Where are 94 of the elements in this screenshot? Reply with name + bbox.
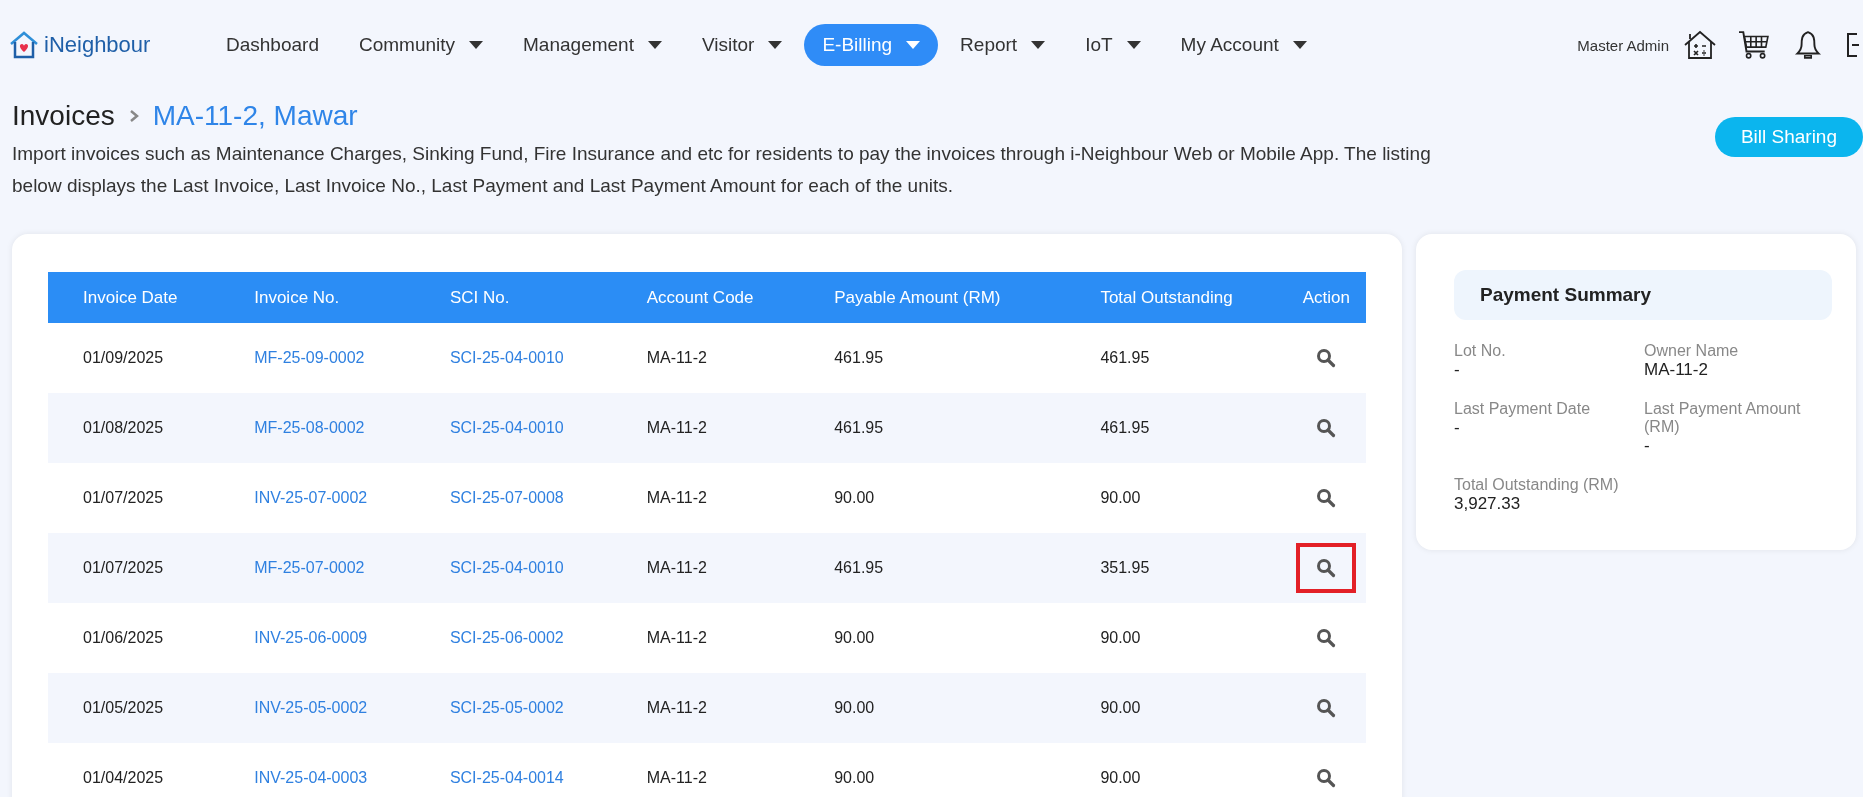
table-cell: 01/08/2025 [48,393,220,463]
field-label: Last Payment Amount (RM) [1644,400,1802,436]
table-cell: MA-11-2 [611,533,800,603]
table-cell: 01/05/2025 [48,673,220,743]
sci-link[interactable]: SCI-25-04-0010 [449,419,564,436]
search-icon [1316,628,1337,648]
house-heart-logo-icon [8,30,40,60]
column-header: Total Outstanding [1065,272,1287,323]
field-label: Last Payment Date [1454,400,1592,418]
nav-menu-item[interactable]: IoT [1067,24,1159,66]
table-cell: 90.00 [799,463,1066,533]
table-cell: 01/04/2025 [48,743,220,797]
search-icon [1316,558,1337,578]
table-cell: 90.00 [799,603,1066,673]
caret-icon [647,41,662,49]
page-description: Import invoices such as Maintenance Charges, Sinking Fund, Fire Insurance and etc for residents to pay the invoices through i-Neighbour Web or Mobile App. The listing below displays the Last Invoice, Last Invoice No., Last Payment and Last Payment Amount for each of the units. [12,142,1432,198]
chevron-right-icon [128,109,139,123]
column-header: Invoice No. [219,272,415,323]
sci-link[interactable]: SCI-25-07-0008 [449,489,564,506]
table-cell: 351.95 [1065,533,1287,603]
nav-menu-item[interactable]: Dashboard [208,24,337,66]
nav-menu-item[interactable]: Community [340,24,502,66]
table-cell: 461.95 [799,323,1066,393]
caret-icon [768,41,783,49]
field-value: - [1454,360,1461,380]
table-cell: MA-11-2 [611,673,800,743]
table-cell: 90.00 [799,743,1066,797]
table-cell: 90.00 [799,673,1066,743]
table-cell: 01/07/2025 [48,463,220,533]
bill-sharing-button[interactable]: Bill Sharing [1714,117,1863,157]
user-name[interactable]: Master Admin [1577,36,1669,54]
column-header: SCI No. [414,272,612,323]
table-cell: 461.95 [799,533,1066,603]
table-cell: MA-11-2 [611,743,800,797]
invoice-link[interactable]: MF-25-07-0002 [254,559,365,576]
table-cell: 461.95 [1065,323,1287,393]
invoice-link[interactable]: INV-25-07-0002 [254,489,368,506]
field-value: - [1454,418,1461,438]
nav-menu-item[interactable]: Report [942,24,1064,66]
search-icon [1316,768,1337,788]
sci-link[interactable]: SCI-25-04-0014 [449,769,564,786]
breadcrumb-link[interactable]: Invoices [12,100,115,132]
column-header: Invoice Date [48,272,220,323]
caret-icon [1126,41,1141,49]
field-value: - [1644,436,1651,456]
page-title: MA-11-2, Mawar [152,100,358,132]
cart-icon[interactable] [1737,30,1771,60]
nav-menu-item[interactable]: E-Billing [804,24,939,66]
field-label: Owner Name [1644,342,1740,360]
caret-icon [1031,41,1046,49]
search-icon [1316,698,1337,718]
column-header: Payable Amount (RM) [799,272,1066,323]
invoice-link[interactable]: MF-25-09-0002 [254,349,365,366]
brand-name[interactable]: iNeighbour [44,32,151,58]
invoice-link[interactable]: INV-25-06-0009 [254,629,368,646]
table-cell: 01/07/2025 [48,533,220,603]
column-header: Action [1286,272,1366,323]
caret-icon [906,41,921,49]
table-cell: MA-11-2 [611,323,800,393]
sci-link[interactable]: SCI-25-05-0002 [449,699,564,716]
search-icon [1316,488,1337,508]
logout-icon[interactable] [1845,30,1859,60]
invoice-link[interactable]: INV-25-05-0002 [254,699,368,716]
column-header: Account Code [611,272,800,323]
highlighted-view-button[interactable] [1296,543,1357,593]
field-value: 3,927.33 [1454,494,1522,514]
search-icon [1316,418,1337,438]
table-cell: 90.00 [1065,603,1287,673]
field-value: MA-11-2 [1644,360,1709,380]
invoice-link[interactable]: INV-25-04-0003 [254,769,368,786]
field-label: Total Outstanding (RM) [1454,476,1620,494]
nav-menu-item[interactable]: Management [505,24,680,66]
search-icon [1316,348,1337,368]
sci-link[interactable]: SCI-25-04-0010 [449,349,564,366]
caret-icon [469,41,484,49]
caret-icon [1292,41,1307,49]
table-cell: MA-11-2 [611,603,800,673]
house-calculator-icon[interactable] [1683,30,1717,60]
nav-menu-item[interactable]: Visitor [683,24,801,66]
table-cell: 90.00 [1065,673,1287,743]
table-cell: 01/06/2025 [48,603,220,673]
field-label: Lot No. [1454,342,1507,360]
sci-link[interactable]: SCI-25-04-0010 [449,559,564,576]
table-cell: MA-11-2 [611,393,800,463]
payment-summary-title: Payment Summary [1454,270,1832,320]
invoice-link[interactable]: MF-25-08-0002 [254,419,365,436]
table-cell: 01/09/2025 [48,323,220,393]
table-cell: 461.95 [1065,393,1287,463]
table-cell: 90.00 [1065,463,1287,533]
nav-menu-item[interactable]: My Account [1162,24,1325,66]
table-cell: 90.00 [1065,743,1287,797]
sci-link[interactable]: SCI-25-06-0002 [449,629,564,646]
table-cell: 461.95 [799,393,1066,463]
table-cell: MA-11-2 [611,463,800,533]
